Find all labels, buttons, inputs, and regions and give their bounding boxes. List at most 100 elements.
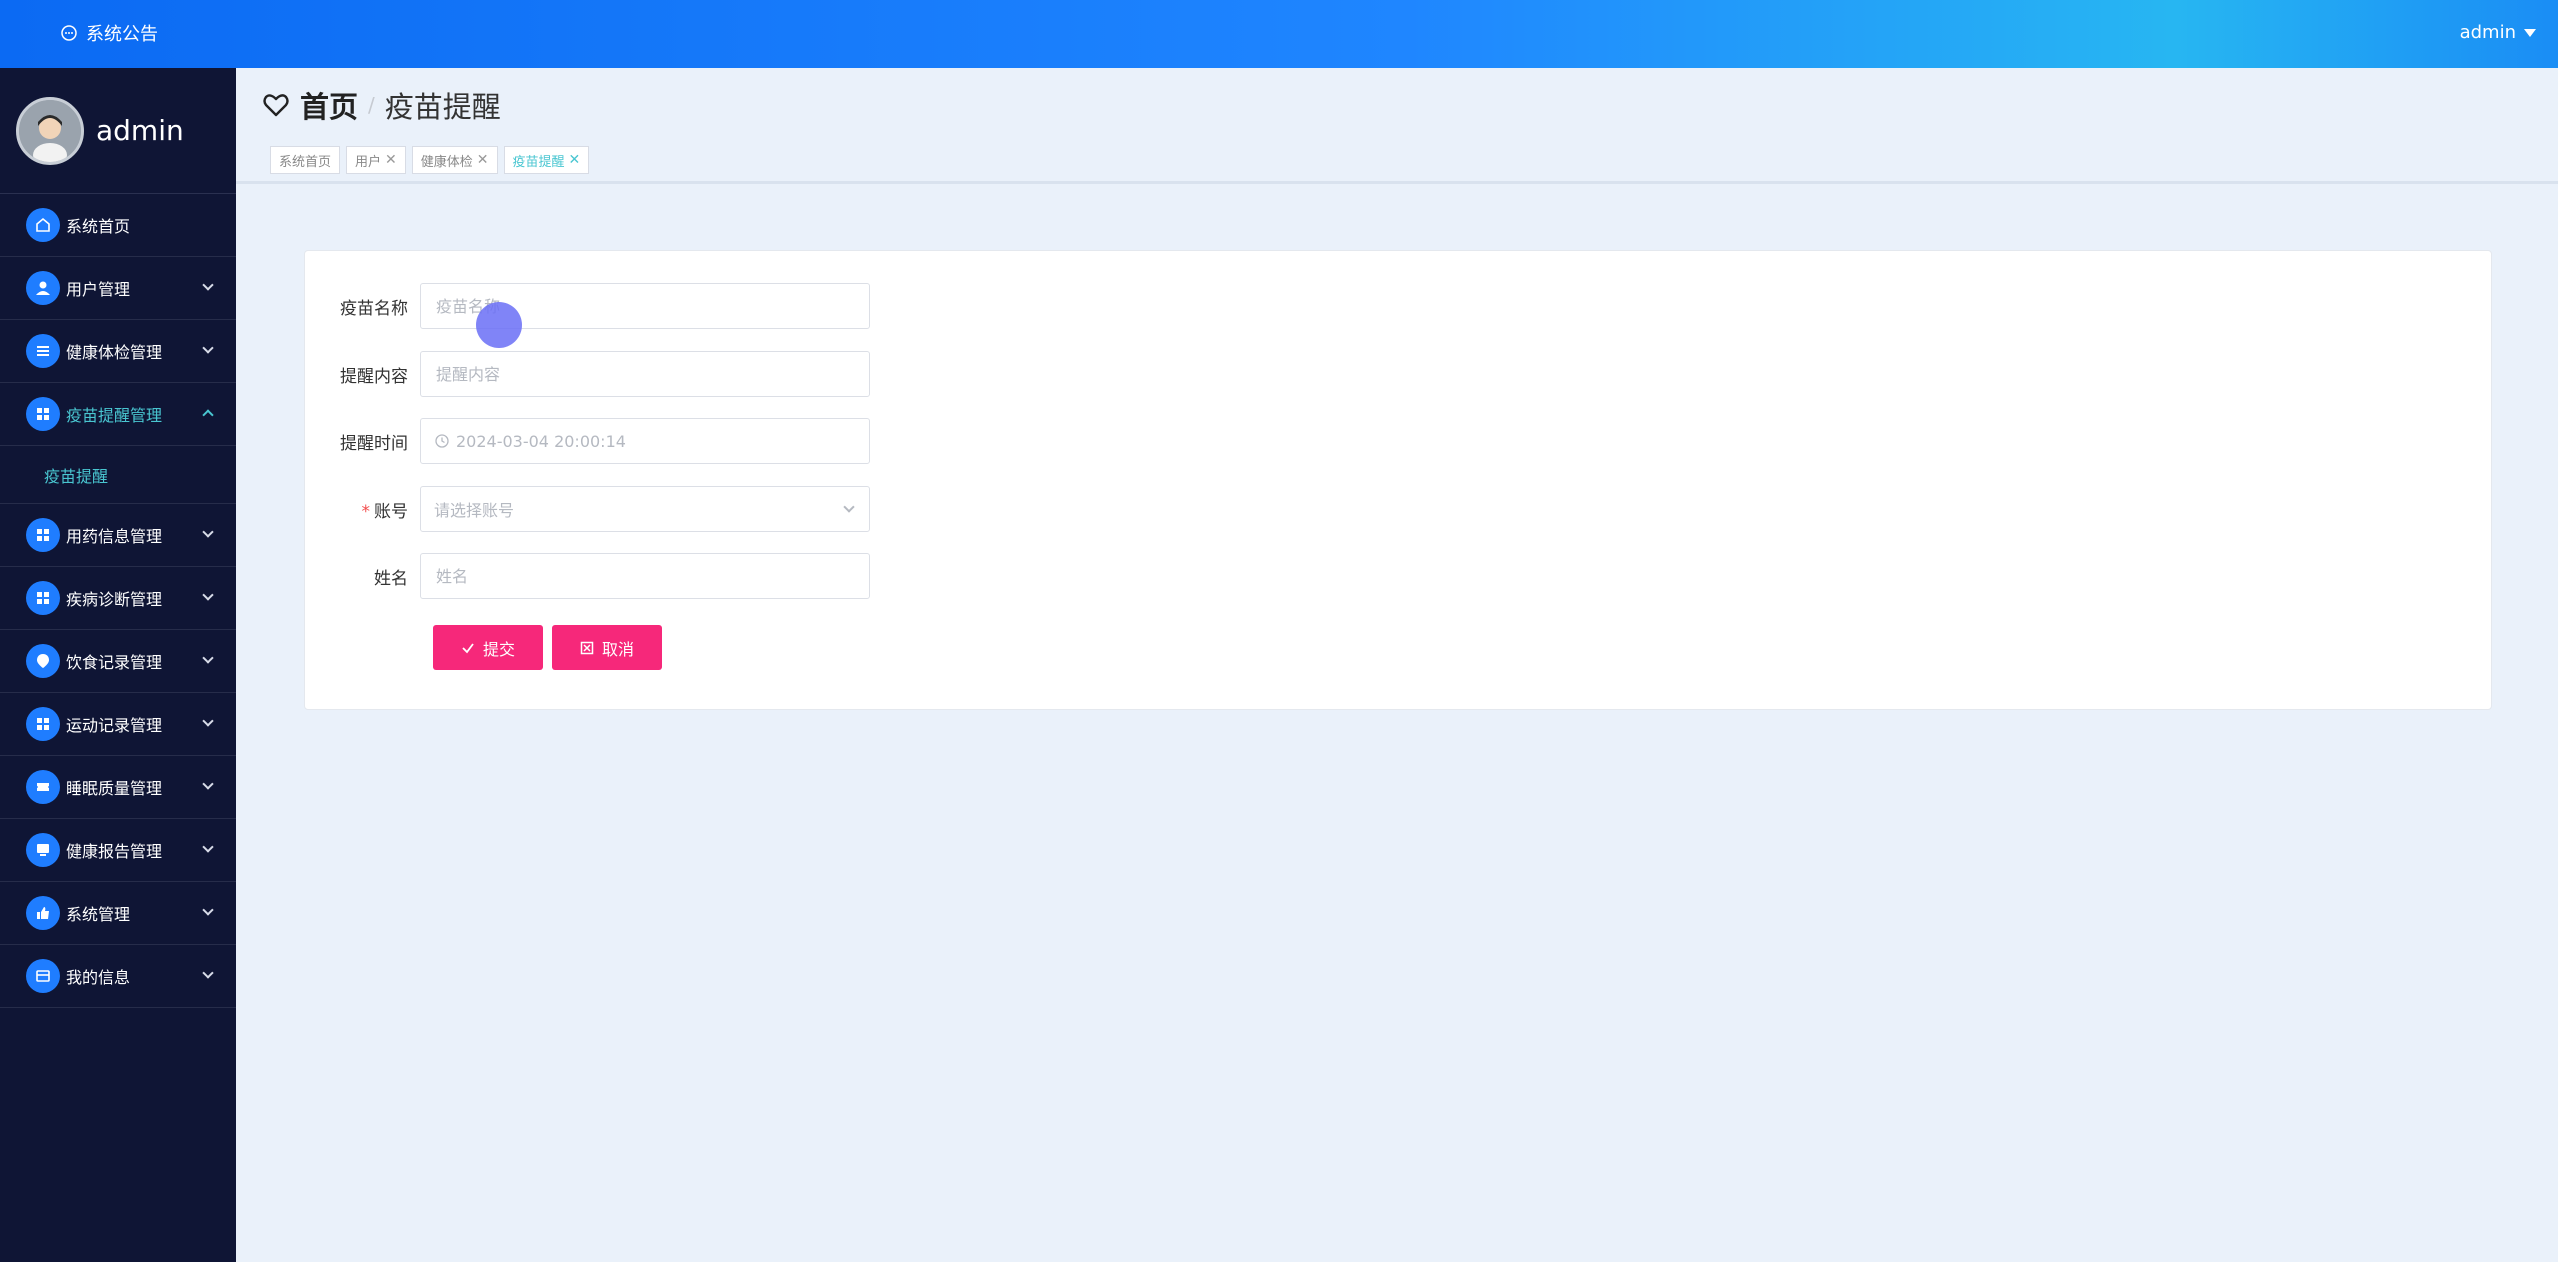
chevron-down-icon <box>202 715 214 727</box>
chevron-down-icon <box>843 501 855 513</box>
grid-icon <box>26 581 60 615</box>
vaccine-name-label: 疫苗名称 <box>340 298 408 319</box>
chevron-down-icon <box>202 904 214 916</box>
sidebar-item-label: 运动记录管理 <box>66 716 163 735</box>
tag-vaccine-reminder[interactable]: 疫苗提醒 ✕ <box>503 146 590 174</box>
sidebar-item-health-report[interactable]: 健康报告管理 <box>0 819 236 882</box>
cancel-button-label: 取消 <box>601 639 634 659</box>
chevron-down-icon <box>202 589 214 601</box>
account-select[interactable]: 请选择账号 <box>420 486 870 532</box>
check-icon <box>462 642 474 653</box>
cursor-indicator <box>476 302 522 348</box>
breadcrumb-separator: / <box>368 93 375 117</box>
sidebar-item-user-management[interactable]: 用户管理 <box>0 257 236 320</box>
tag-health-checkup[interactable]: 健康体检 ✕ <box>411 146 498 174</box>
submit-button-label: 提交 <box>482 639 515 659</box>
account-label-text: 账号 <box>374 501 408 522</box>
top-bar: 系统公告 admin <box>0 0 2558 68</box>
breadcrumb: 首页 / 疫苗提醒 <box>262 84 501 126</box>
account-label: * 账号 <box>305 497 420 522</box>
sidebar: admin 系统首页 用户管理 健康体检管理 疫苗提醒管理 疫苗提醒 用药信息管… <box>0 68 236 1262</box>
ticket-icon <box>26 770 60 804</box>
name-label: 姓名 <box>374 568 408 589</box>
tag-bar: 系统首页 用户 ✕ 健康体检 ✕ 疫苗提醒 ✕ <box>270 146 590 174</box>
account-select-placeholder: 请选择账号 <box>434 501 515 520</box>
monitor-icon <box>26 833 60 867</box>
tag-label: 疫苗提醒 <box>512 154 565 170</box>
chevron-down-icon <box>202 967 214 979</box>
avatar <box>16 96 84 165</box>
account-row: * 账号 请选择账号 <box>305 486 870 532</box>
sidebar-profile: admin <box>0 68 236 194</box>
chevron-down-icon <box>202 526 214 538</box>
close-icon[interactable]: ✕ <box>477 152 489 168</box>
chevron-down-icon <box>202 652 214 664</box>
chevron-down-icon <box>202 279 214 291</box>
home-icon <box>26 208 60 242</box>
sidebar-subitem-label: 疫苗提醒 <box>44 466 109 486</box>
sidebar-item-home[interactable]: 系统首页 <box>0 194 236 257</box>
sidebar-item-health-checkup[interactable]: 健康体检管理 <box>0 320 236 383</box>
sidebar-item-vaccine-reminder-management[interactable]: 疫苗提醒管理 <box>0 383 236 446</box>
reminder-content-row: 提醒内容 <box>305 351 870 397</box>
user-icon <box>26 271 60 305</box>
tag-users[interactable]: 用户 ✕ <box>346 146 406 174</box>
chevron-down-icon <box>202 342 214 354</box>
avatar-figure-icon <box>19 99 81 162</box>
card-icon <box>26 959 60 993</box>
cancel-button[interactable]: 取消 <box>552 625 662 670</box>
sidebar-item-exercise[interactable]: 运动记录管理 <box>0 693 236 756</box>
grid-icon <box>26 707 60 741</box>
caret-down-icon <box>2524 28 2536 37</box>
sidebar-item-system-management[interactable]: 系统管理 <box>0 882 236 945</box>
sidebar-subitem-vaccine-reminder[interactable]: 疫苗提醒 <box>0 446 236 504</box>
close-icon[interactable]: ✕ <box>385 152 397 168</box>
tag-label: 系统首页 <box>279 154 332 170</box>
user-menu[interactable]: admin <box>2460 22 2536 43</box>
sidebar-item-sleep[interactable]: 睡眠质量管理 <box>0 756 236 819</box>
required-asterisk: * <box>361 501 371 522</box>
form-actions: 提交 取消 <box>433 625 662 670</box>
chevron-down-icon <box>202 841 214 853</box>
name-field[interactable] <box>420 553 870 599</box>
system-notice-label: 系统公告 <box>86 24 158 45</box>
sidebar-item-medication[interactable]: 用药信息管理 <box>0 504 236 567</box>
reminder-time-picker[interactable]: 2024-03-04 20:00:14 <box>420 418 870 464</box>
profile-name: admin <box>96 114 184 147</box>
tag-home[interactable]: 系统首页 <box>270 146 341 174</box>
name-input[interactable] <box>434 565 869 587</box>
reminder-content-input[interactable] <box>434 363 869 385</box>
sidebar-item-label: 系统首页 <box>66 217 131 236</box>
sidebar-item-label: 用户管理 <box>66 280 131 299</box>
sidebar-item-label: 健康报告管理 <box>66 842 163 861</box>
sidebar-item-label: 饮食记录管理 <box>66 653 163 672</box>
user-menu-label: admin <box>2459 22 2516 43</box>
sidebar-item-diet[interactable]: 饮食记录管理 <box>0 630 236 693</box>
vaccine-name-row: 疫苗名称 <box>305 283 870 329</box>
reminder-time-value: 2024-03-04 20:00:14 <box>456 431 626 451</box>
submit-button[interactable]: 提交 <box>433 625 543 670</box>
sidebar-item-label: 疾病诊断管理 <box>66 590 163 609</box>
sidebar-item-label: 用药信息管理 <box>66 527 163 546</box>
form-card: 疫苗名称 提醒内容 提醒时间 2024-03-04 20:00:14 *账号 请… <box>304 250 2492 710</box>
sidebar-item-label: 睡眠质量管理 <box>66 779 163 798</box>
sidebar-item-label: 疫苗提醒管理 <box>66 406 163 425</box>
chat-bubble-icon <box>61 25 77 41</box>
breadcrumb-current: 疫苗提醒 <box>384 90 501 124</box>
sidebar-item-label: 我的信息 <box>66 968 131 987</box>
location-pin-icon <box>26 644 60 678</box>
system-notice-link[interactable]: 系统公告 <box>60 20 158 46</box>
sidebar-item-diagnosis[interactable]: 疾病诊断管理 <box>0 567 236 630</box>
reminder-content-label: 提醒内容 <box>340 366 408 387</box>
heart-icon <box>263 94 289 117</box>
close-icon[interactable]: ✕ <box>569 152 581 168</box>
grid-icon <box>26 518 60 552</box>
tag-label: 用户 <box>355 154 382 170</box>
tag-label: 健康体检 <box>420 154 473 170</box>
reminder-content-field[interactable] <box>420 351 870 397</box>
thumb-icon <box>26 896 60 930</box>
close-box-icon <box>580 641 594 654</box>
chevron-down-icon <box>202 778 214 790</box>
sidebar-item-my-info[interactable]: 我的信息 <box>0 945 236 1008</box>
breadcrumb-home[interactable]: 首页 <box>300 84 358 126</box>
